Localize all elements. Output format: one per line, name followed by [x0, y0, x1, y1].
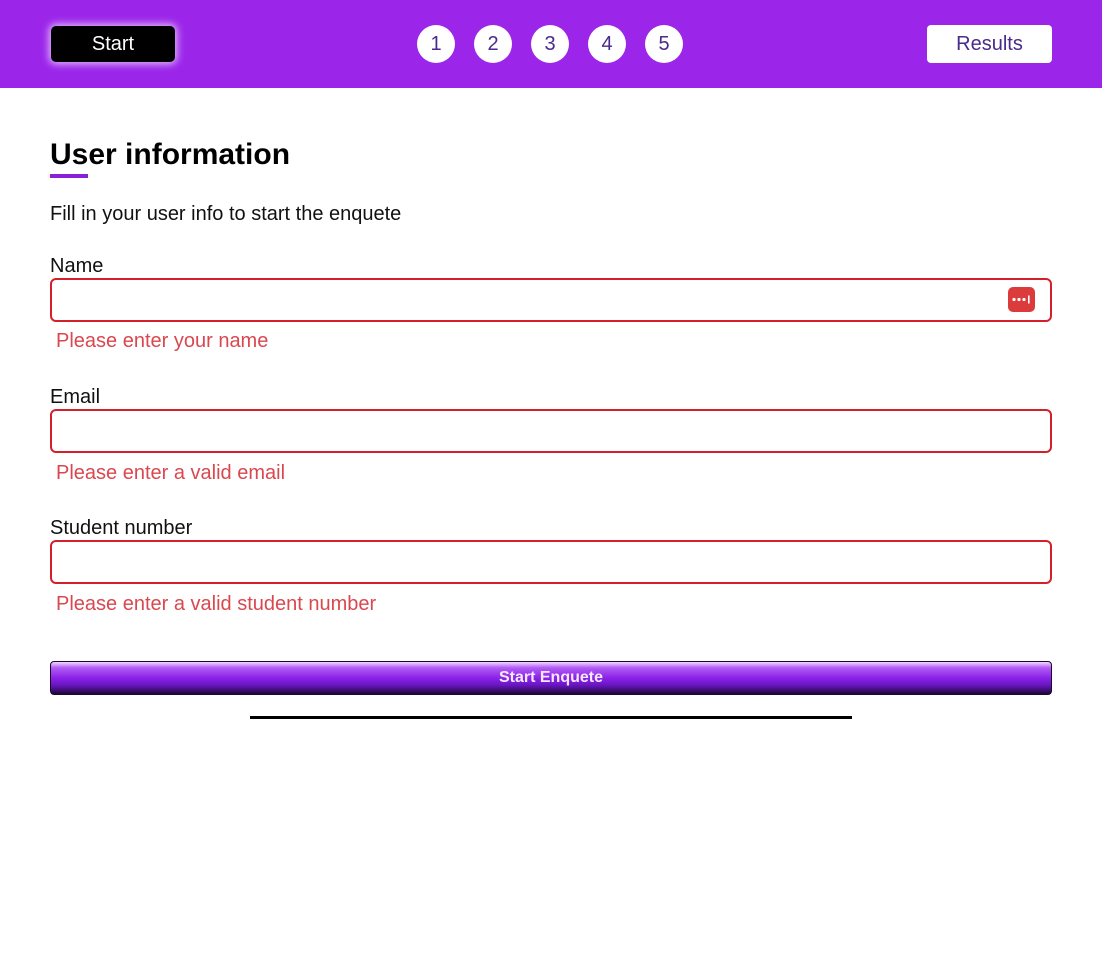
- title-underline: [50, 174, 88, 178]
- step-1-button[interactable]: 1: [417, 25, 455, 63]
- step-navigation: 1 2 3 4 5: [417, 25, 683, 63]
- password-manager-icon[interactable]: [1008, 287, 1035, 312]
- student-number-error: Please enter a valid student number: [56, 593, 377, 615]
- start-enquete-button[interactable]: Start Enquete: [50, 661, 1052, 695]
- email-field[interactable]: [50, 409, 1052, 453]
- start-button[interactable]: Start: [51, 26, 175, 62]
- step-4-button[interactable]: 4: [588, 25, 626, 63]
- name-error: Please enter your name: [56, 330, 269, 352]
- step-3-button[interactable]: 3: [531, 25, 569, 63]
- name-label: Name: [50, 255, 104, 277]
- intro-text: Fill in your user info to start the enqu…: [50, 203, 402, 225]
- divider: [250, 716, 852, 719]
- page-title: User information: [50, 138, 291, 171]
- dots-icon: [1012, 295, 1030, 304]
- student-number-field[interactable]: [50, 540, 1052, 584]
- email-error: Please enter a valid email: [56, 462, 286, 484]
- student-number-label: Student number: [50, 517, 193, 539]
- name-field[interactable]: [50, 278, 1052, 322]
- top-navigation-bar: Start 1 2 3 4 5 Results: [0, 0, 1102, 88]
- email-label: Email: [50, 386, 101, 408]
- step-2-button[interactable]: 2: [474, 25, 512, 63]
- results-button[interactable]: Results: [927, 25, 1052, 63]
- step-5-button[interactable]: 5: [645, 25, 683, 63]
